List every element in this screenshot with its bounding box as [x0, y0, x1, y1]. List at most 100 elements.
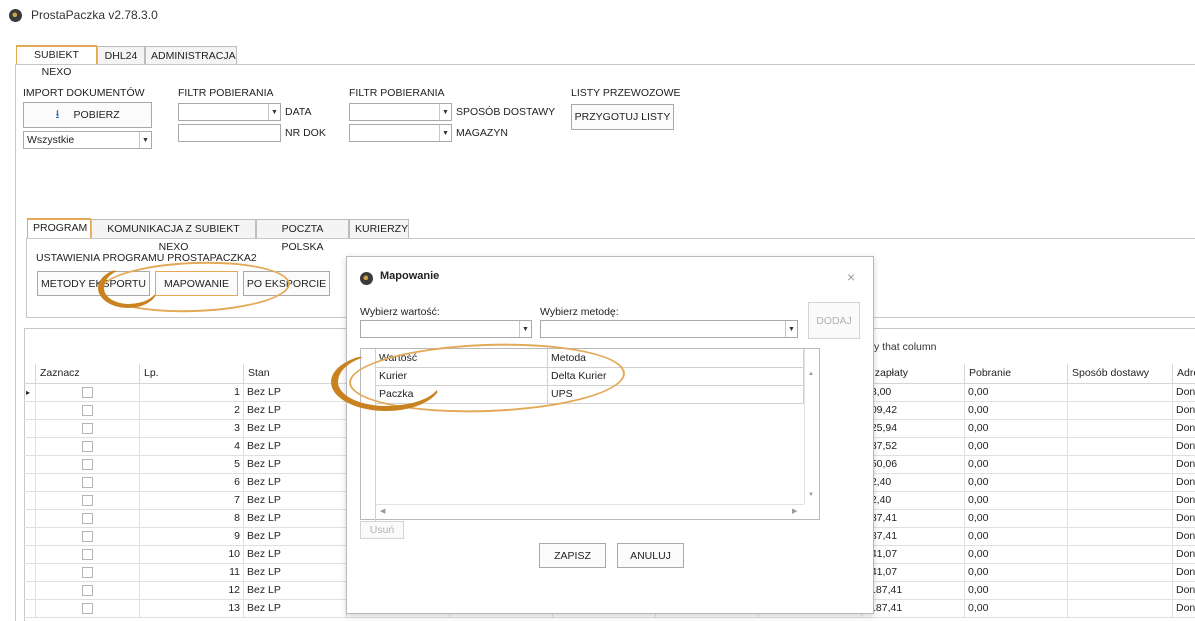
cell-cod[interactable]: 0,00 — [965, 402, 1068, 420]
cell-pay[interactable]: 350,06 — [862, 456, 965, 474]
cell-pay[interactable]: 187,41 — [862, 528, 965, 546]
header-value[interactable]: Wartość — [376, 349, 548, 368]
delivery-method-select[interactable]: ▼ — [349, 103, 452, 121]
select-checkbox[interactable] — [82, 477, 93, 488]
cell-stan[interactable]: Bez LP — [244, 510, 347, 528]
cell-addr[interactable]: Don — [1173, 492, 1195, 510]
mapping-value-cell[interactable]: Paczka — [376, 386, 548, 404]
cell-stan[interactable]: Bez LP — [244, 600, 347, 618]
chevron-down-icon[interactable]: ▼ — [519, 321, 531, 337]
cell-stan[interactable]: Bez LP — [244, 546, 347, 564]
select-checkbox[interactable] — [82, 603, 93, 614]
cell-delivery[interactable] — [1068, 528, 1173, 546]
cell-delivery[interactable] — [1068, 510, 1173, 528]
cell-lp[interactable]: 8 — [140, 510, 244, 528]
mapping-value-cell[interactable]: Kurier — [376, 368, 548, 386]
cell-addr[interactable]: Don — [1173, 402, 1195, 420]
select-checkbox[interactable] — [82, 513, 93, 524]
select-checkbox[interactable] — [82, 441, 93, 452]
mapping-button[interactable]: MAPOWANIE — [155, 271, 238, 296]
after-export-button[interactable]: PO EKSPORCIE — [243, 271, 330, 296]
cell-cod[interactable]: 0,00 — [965, 510, 1068, 528]
cell-delivery[interactable] — [1068, 546, 1173, 564]
grid-header[interactable]: o zapłaty — [862, 364, 965, 384]
cell-lp[interactable]: 7 — [140, 492, 244, 510]
cell-pay[interactable]: 225,94 — [862, 420, 965, 438]
grid-header[interactable]: Adre — [1173, 364, 1195, 384]
cell-cod[interactable]: 0,00 — [965, 564, 1068, 582]
cell-pay[interactable]: 187,41 — [862, 510, 965, 528]
cell-stan[interactable]: Bez LP — [244, 384, 347, 402]
date-select[interactable]: ▼ — [178, 103, 281, 121]
grid-header[interactable]: Zaznacz — [36, 364, 140, 384]
header-method[interactable]: Metoda — [548, 349, 804, 368]
scroll-down-icon[interactable]: ▼ — [808, 492, 814, 498]
cell-cod[interactable]: 0,00 — [965, 492, 1068, 510]
cell-lp[interactable]: 2 — [140, 402, 244, 420]
close-icon[interactable]: × — [847, 269, 855, 285]
scroll-up-icon[interactable]: ▲ — [808, 371, 814, 377]
cell-pay[interactable]: 22,40 — [862, 474, 965, 492]
cell-pay[interactable]: 1187,41 — [862, 582, 965, 600]
select-checkbox[interactable] — [82, 549, 93, 560]
cell-delivery[interactable] — [1068, 492, 1173, 510]
cell-lp[interactable]: 12 — [140, 582, 244, 600]
cell-cod[interactable]: 0,00 — [965, 420, 1068, 438]
cell-lp[interactable]: 10 — [140, 546, 244, 564]
cell-addr[interactable]: Don — [1173, 456, 1195, 474]
add-mapping-button[interactable]: DODAJ — [808, 302, 860, 339]
cell-addr[interactable]: Don — [1173, 438, 1195, 456]
cell-cod[interactable]: 0,00 — [965, 474, 1068, 492]
cell-delivery[interactable] — [1068, 474, 1173, 492]
cell-pay[interactable]: 387,52 — [862, 438, 965, 456]
cell-pay[interactable]: 98,00 — [862, 384, 965, 402]
cell-lp[interactable]: 11 — [140, 564, 244, 582]
cell-addr[interactable]: Don — [1173, 582, 1195, 600]
cell-cod[interactable]: 0,00 — [965, 546, 1068, 564]
cell-lp[interactable]: 13 — [140, 600, 244, 618]
warehouse-select[interactable]: ▼ — [349, 124, 452, 142]
chevron-down-icon[interactable]: ▼ — [785, 321, 797, 337]
chevron-down-icon[interactable]: ▼ — [268, 104, 280, 120]
cell-delivery[interactable] — [1068, 420, 1173, 438]
select-checkbox[interactable] — [82, 585, 93, 596]
cell-delivery[interactable] — [1068, 564, 1173, 582]
cell-addr[interactable]: Don — [1173, 528, 1195, 546]
mapping-method-cell[interactable]: Delta Kurier — [548, 368, 804, 386]
cell-lp[interactable]: 3 — [140, 420, 244, 438]
cell-cod[interactable]: 0,00 — [965, 384, 1068, 402]
cell-stan[interactable]: Bez LP — [244, 582, 347, 600]
select-checkbox[interactable] — [82, 387, 93, 398]
cell-delivery[interactable] — [1068, 456, 1173, 474]
cell-lp[interactable]: 5 — [140, 456, 244, 474]
remove-mapping-button[interactable]: Usuń — [360, 521, 404, 539]
tab-poczta-polska[interactable]: POCZTA POLSKA — [256, 219, 349, 253]
export-methods-button[interactable]: METODY EKSPORTU — [37, 271, 150, 296]
cell-stan[interactable]: Bez LP — [244, 492, 347, 510]
cell-cod[interactable]: 0,00 — [965, 582, 1068, 600]
cell-stan[interactable]: Bez LP — [244, 528, 347, 546]
grid-header[interactable]: Stan — [244, 364, 347, 384]
cell-pay[interactable]: 1187,41 — [862, 600, 965, 618]
select-checkbox[interactable] — [82, 459, 93, 470]
select-checkbox[interactable] — [82, 405, 93, 416]
cell-addr[interactable]: Don — [1173, 510, 1195, 528]
select-checkbox[interactable] — [82, 531, 93, 542]
scroll-left-icon[interactable]: ◀ — [380, 507, 385, 515]
vertical-scrollbar[interactable]: ▲ ▼ — [804, 349, 819, 504]
cell-addr[interactable]: Don — [1173, 564, 1195, 582]
select-checkbox[interactable] — [82, 495, 93, 506]
scroll-right-icon[interactable]: ▶ — [792, 507, 797, 515]
cell-delivery[interactable] — [1068, 384, 1173, 402]
chevron-down-icon[interactable]: ▼ — [439, 125, 451, 141]
cell-addr[interactable]: Don — [1173, 384, 1195, 402]
cell-cod[interactable]: 0,00 — [965, 528, 1068, 546]
cell-cod[interactable]: 0,00 — [965, 438, 1068, 456]
tab-program[interactable]: PROGRAM — [27, 218, 91, 238]
cell-delivery[interactable] — [1068, 438, 1173, 456]
doc-number-input[interactable] — [178, 124, 281, 142]
chevron-down-icon[interactable]: ▼ — [439, 104, 451, 120]
grid-header[interactable]: Pobranie — [965, 364, 1068, 384]
cell-addr[interactable]: Don — [1173, 546, 1195, 564]
method-select[interactable]: ▼ — [540, 320, 798, 338]
